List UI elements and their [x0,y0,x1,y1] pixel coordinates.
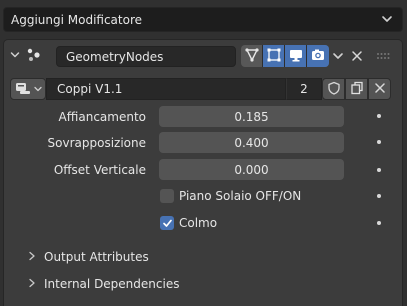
camera-icon [310,47,326,66]
offset-verticale-value: 0.000 [234,162,269,177]
fake-user-button[interactable] [322,78,345,100]
chevron-down-icon[interactable] [329,46,347,66]
geometry-nodes-icon [26,48,42,65]
duplicate-icon [350,81,364,98]
affiancamento-field[interactable]: 0.185 [159,106,344,127]
close-icon[interactable] [348,46,366,66]
attribute-toggle-dot[interactable] [377,221,381,225]
piano-solaio-checkbox-row[interactable]: Piano Solaio OFF/ON [160,186,301,206]
shield-icon [327,81,341,98]
edit-mode-icon [266,47,282,66]
add-modifier-dropdown[interactable]: Aggiungi Modificatore [3,7,403,32]
modifier-name-field[interactable]: GeometryNodes [56,46,236,67]
close-icon [374,82,386,97]
offset-verticale-label: Offset Verticale [53,162,146,177]
duplicate-node-group-button[interactable] [345,78,368,100]
affiancamento-value: 0.185 [234,109,269,124]
edit-mode-toggle[interactable] [263,45,285,67]
monitor-icon [288,47,304,66]
offset-verticale-field[interactable]: 0.000 [159,159,344,180]
attribute-toggle-dot[interactable] [377,194,381,198]
attribute-toggle-dot[interactable] [377,168,381,172]
internal-dependencies-subpanel[interactable]: Internal Dependencies [28,275,179,293]
collapse-chevron-icon[interactable] [10,49,20,63]
chevron-down-icon [33,82,42,96]
internal-dependencies-label: Internal Dependencies [44,277,180,291]
colmo-label: Colmo [179,216,218,230]
attribute-toggle-dot[interactable] [377,114,381,118]
output-attributes-label: Output Attributes [44,250,149,264]
modifier-name-text: GeometryNodes [66,49,164,64]
vertex-triangle-icon [244,47,260,66]
node-group-user-count[interactable]: 2 [286,78,322,100]
sovrapposizione-label: Sovrapposizione [47,135,146,150]
colmo-checkbox[interactable] [160,216,174,230]
piano-solaio-checkbox[interactable] [160,189,174,203]
visibility-toggles [241,45,329,67]
affiancamento-label: Affiancamento [58,109,146,124]
user-count-text: 2 [300,82,308,96]
attribute-toggle-dot[interactable] [377,140,381,144]
render-toggle[interactable] [307,45,329,67]
piano-solaio-label: Piano Solaio OFF/ON [179,189,302,203]
node-group-name-text: Coppi V1.1 [57,82,123,96]
viewport-toggle[interactable] [285,45,307,67]
unlink-node-group-button[interactable] [368,78,391,100]
sovrapposizione-value: 0.400 [234,135,269,150]
checkmark-icon [162,219,172,227]
colmo-checkbox-row[interactable]: Colmo [160,213,217,233]
node-group-name-field[interactable]: Coppi V1.1 [46,78,286,100]
add-modifier-label: Aggiungi Modificatore [11,12,143,27]
chevron-down-icon [381,13,393,28]
sovrapposizione-field[interactable]: 0.400 [159,132,344,153]
edit-cage-toggle[interactable] [241,45,263,67]
output-attributes-subpanel[interactable]: Output Attributes [28,248,149,266]
node-tree-icon [15,81,31,98]
chevron-right-icon [28,277,36,291]
modifier-panel: GeometryNodes Coppi V1.1 2 Affiancamento… [3,39,403,306]
drag-handle-icon[interactable] [374,46,392,66]
node-group-browse-button[interactable] [10,78,46,100]
chevron-right-icon [28,250,36,264]
